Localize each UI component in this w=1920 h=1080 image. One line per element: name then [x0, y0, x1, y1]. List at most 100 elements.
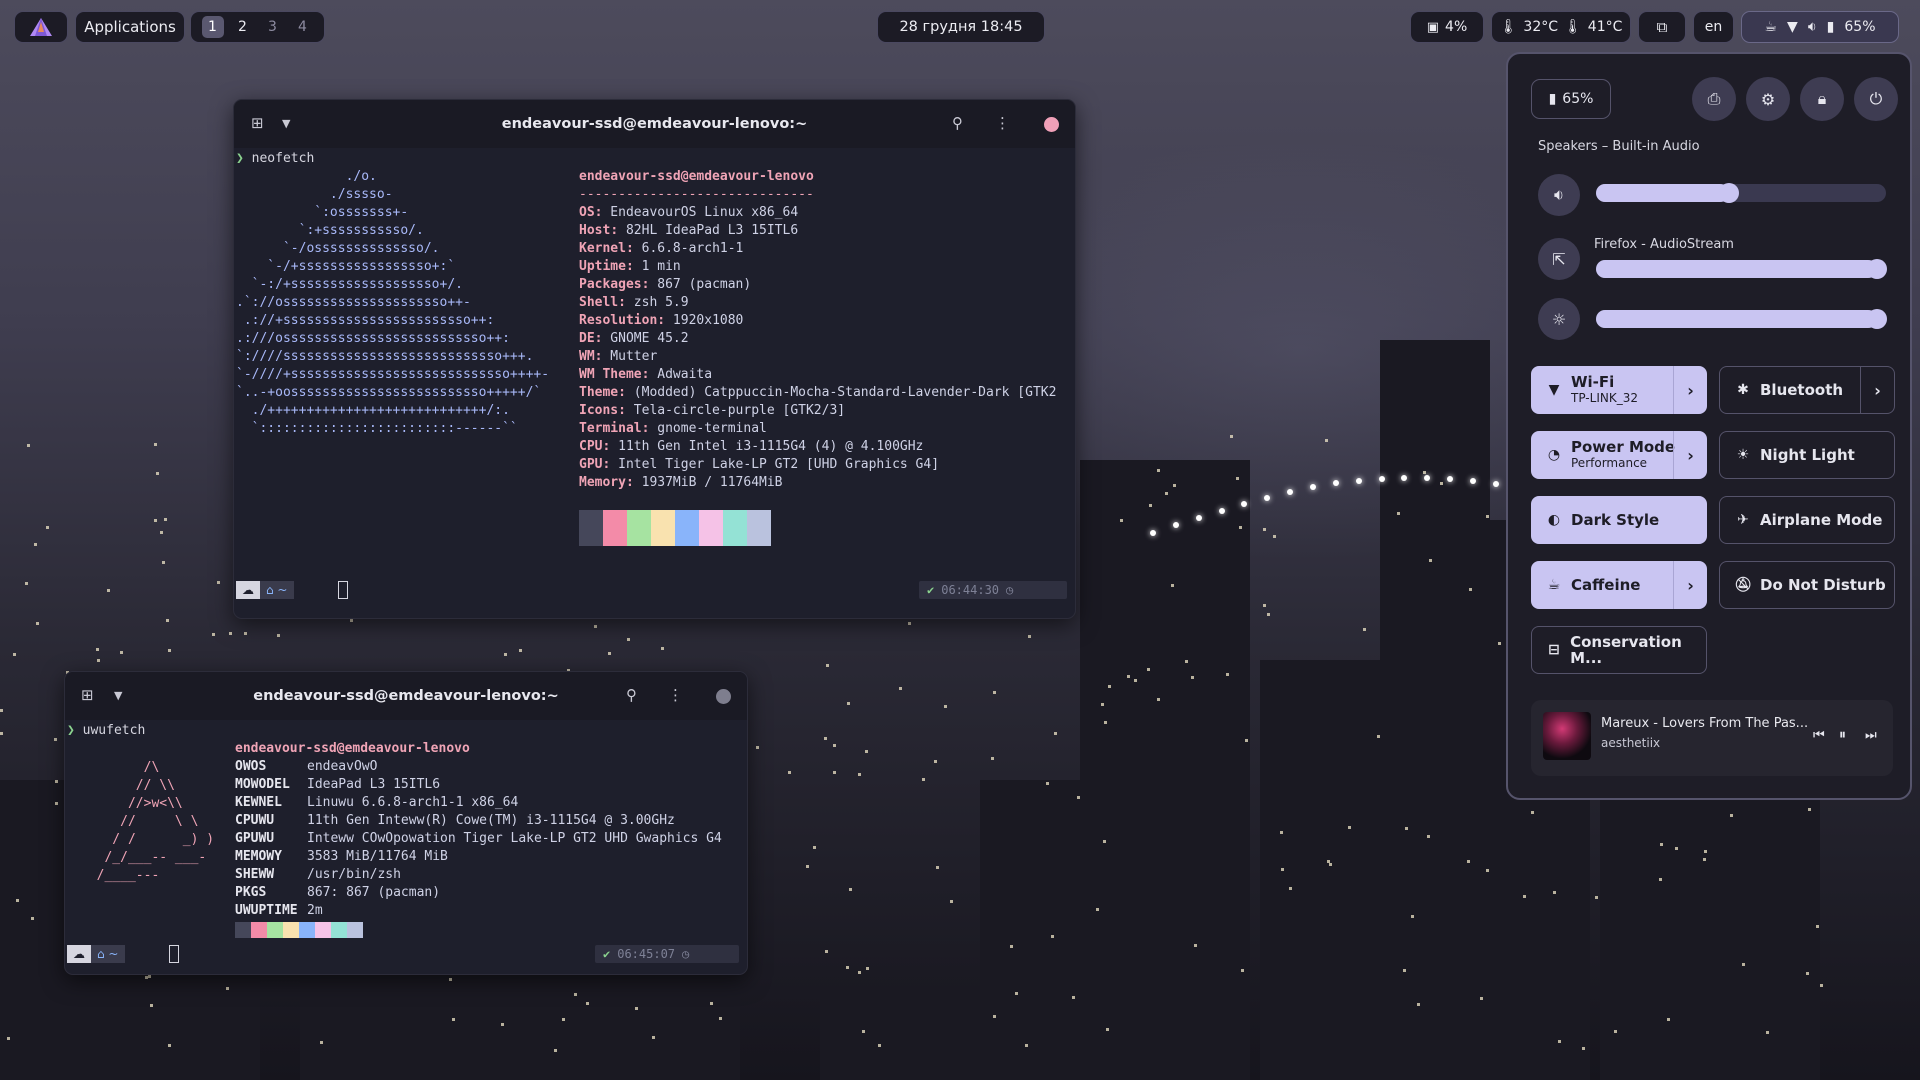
close-button[interactable] — [1044, 117, 1059, 132]
info-row: UWUPTIME 2m — [235, 902, 722, 920]
ascii-line: /____--- — [81, 868, 160, 883]
window-light — [907, 621, 911, 625]
toggle-wi-fi[interactable]: ▼ Wi-Fi TP-LINK_32 › — [1531, 366, 1707, 414]
chevron-right-icon[interactable]: › — [1673, 431, 1707, 479]
brightness-icon-button[interactable]: ☼ — [1538, 298, 1580, 340]
toggle-subtitle: TP-LINK_32 — [1571, 391, 1638, 405]
chevron-right-icon[interactable]: › — [1673, 366, 1707, 414]
window-light — [1133, 679, 1137, 683]
info-key: KEWNEL — [235, 795, 282, 810]
window-light — [31, 917, 35, 921]
info-value: 1920x1080 — [665, 313, 744, 328]
window-light — [1024, 1043, 1028, 1047]
chevron-right-icon[interactable]: › — [1860, 367, 1894, 413]
chevron-right-icon[interactable]: › — [1673, 561, 1707, 609]
toggle-dark-style[interactable]: ◐ Dark Style — [1531, 496, 1707, 544]
window-light — [45, 525, 49, 529]
command-line: ❯ neofetch — [236, 150, 314, 168]
close-button[interactable] — [716, 689, 731, 704]
ascii-line: ./o. — [236, 169, 377, 184]
next-track-icon[interactable]: ⏭ — [1865, 728, 1877, 743]
cpu-indicator[interactable]: ▣ 4% — [1410, 11, 1484, 43]
stream-icon-button[interactable]: ⇱ — [1538, 238, 1580, 280]
terminal-window-uwufetch[interactable]: ⊞ ▼ endeavour-ssd@emdeavour-lenovo:~ ⚲ ⋮… — [64, 671, 748, 975]
window-light — [553, 1049, 557, 1053]
terminal-window-neofetch[interactable]: ⊞ ▼ endeavour-ssd@emdeavour-lenovo:~ ⚲ ⋮… — [233, 99, 1076, 619]
system-menu-button[interactable]: ☕︎ ▼ 🔉︎ ▮ 65% — [1741, 11, 1899, 43]
palette-swatch — [347, 922, 363, 938]
info-key: Memory — [579, 475, 626, 490]
window-light — [1046, 781, 1050, 785]
window-light — [55, 779, 59, 783]
screenshot-button[interactable]: ⎙ — [1692, 77, 1736, 121]
bridge-light — [1195, 514, 1202, 521]
applications-menu[interactable]: Applications — [75, 11, 185, 43]
brightness-knob[interactable] — [1867, 309, 1888, 329]
workspace-4[interactable]: 4 — [292, 16, 314, 38]
lock-button[interactable]: 🔒︎ — [1800, 77, 1844, 121]
previous-track-icon[interactable]: ⏮ — [1813, 728, 1825, 743]
toggle-power-mode[interactable]: ◔ Power Mode Performance › — [1531, 431, 1707, 479]
window-light — [921, 777, 925, 781]
window-light — [36, 622, 40, 626]
window-light — [857, 773, 861, 777]
toggle-do-not-disturb[interactable]: 🔕︎ Do Not Disturb — [1719, 561, 1895, 609]
workspace-switcher[interactable]: 1234 — [190, 11, 325, 43]
clock[interactable]: 28 грудня 18:45 — [877, 11, 1045, 43]
keyboard-layout[interactable]: en — [1693, 11, 1734, 43]
volume-slider[interactable] — [1596, 183, 1886, 203]
window-light — [54, 738, 58, 742]
menu-kebab-icon[interactable]: ⋮ — [995, 114, 1010, 132]
window-light — [813, 845, 817, 849]
menu-kebab-icon[interactable]: ⋮ — [668, 686, 683, 704]
cloud-icon: ☁ — [236, 581, 260, 599]
titlebar[interactable]: ⊞ ▼ endeavour-ssd@emdeavour-lenovo:~ ⚲ ⋮ — [65, 672, 747, 720]
titlebar[interactable]: ⊞ ▼ endeavour-ssd@emdeavour-lenovo:~ ⚲ ⋮ — [234, 100, 1075, 148]
workspace-2[interactable]: 2 — [232, 16, 254, 38]
window-light — [1173, 483, 1177, 487]
volume-mute-button[interactable]: 🔉︎ — [1538, 174, 1580, 216]
toggle-conservation-m[interactable]: ⊟ Conservation M... — [1531, 626, 1707, 674]
battery-chip[interactable]: ▮ 65% — [1531, 79, 1611, 119]
command-text: neofetch — [251, 151, 315, 166]
activities-button[interactable] — [14, 11, 68, 43]
info-key: CPU — [579, 439, 603, 454]
stream-knob[interactable] — [1867, 259, 1888, 279]
info-key: CPUWU — [235, 813, 275, 828]
toggle-bluetooth[interactable]: ✱ Bluetooth › — [1719, 366, 1895, 414]
volume-knob[interactable] — [1719, 183, 1740, 203]
settings-button[interactable]: ⚙ — [1746, 77, 1790, 121]
palette-swatch — [699, 510, 723, 546]
workspace-3[interactable]: 3 — [262, 16, 284, 38]
toggle-airplane-mode[interactable]: ✈ Airplane Mode — [1719, 496, 1895, 544]
info-key: DE — [579, 331, 595, 346]
window-light — [574, 992, 578, 996]
toggle-caffeine[interactable]: ☕︎ Caffeine › — [1531, 561, 1707, 609]
window-light — [755, 746, 759, 750]
brightness-fill — [1596, 310, 1878, 328]
ascii-line: .`://osssssssssssssssssssso++- — [236, 295, 471, 310]
pause-icon[interactable]: ⏸ — [1839, 727, 1846, 743]
extensions-indicator[interactable]: ⧉ — [1638, 11, 1686, 43]
ascii-line: `:////ssssssssssssssssssssssssssso+++. — [236, 349, 534, 364]
info-key: OWOS — [235, 759, 267, 774]
brightness-slider[interactable] — [1596, 309, 1888, 329]
info-value: 3583 MiB/11764 MiB — [307, 849, 448, 864]
album-art[interactable] — [1543, 712, 1591, 760]
window-light — [1807, 807, 1811, 811]
ascii-line: ./sssso- — [236, 187, 393, 202]
temperature-indicator[interactable]: 🌡︎ 32°C 🌡︎ 41°C — [1491, 11, 1631, 43]
window-light — [847, 702, 851, 706]
info-value: Intel Tiger Lake-LP GT2 [UHD Graphics G4… — [610, 457, 940, 472]
window-light — [1485, 868, 1489, 872]
volume-icon: 🔉︎ — [1807, 19, 1817, 35]
workspace-1[interactable]: 1 — [201, 16, 224, 38]
battery-icon: ▮ — [1826, 19, 1835, 35]
search-icon[interactable]: ⚲ — [952, 114, 963, 132]
search-icon[interactable]: ⚲ — [626, 686, 637, 704]
toggle-night-light[interactable]: ☀ Night Light — [1719, 431, 1895, 479]
window-light — [861, 1029, 865, 1033]
power-button[interactable]: ⏻ — [1854, 77, 1898, 121]
window-light — [1327, 859, 1331, 863]
stream-volume-slider[interactable] — [1596, 259, 1888, 279]
